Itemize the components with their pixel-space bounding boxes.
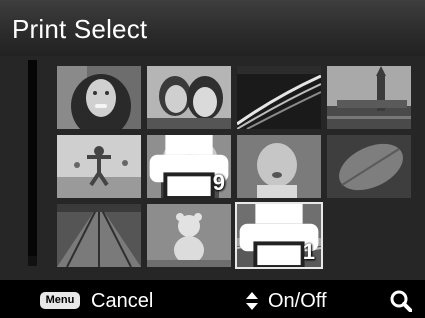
- print-count: 9: [212, 170, 225, 195]
- on-off-label: On/Off: [268, 290, 327, 312]
- thumbnail-couple[interactable]: [147, 66, 231, 129]
- print-count: 1: [302, 239, 315, 264]
- page-title: Print Select: [12, 14, 148, 44]
- thumbnail-empty-slot: [327, 204, 411, 267]
- thumbnail-leaf[interactable]: [327, 135, 411, 198]
- thumbnail-crying-baby[interactable]: [237, 135, 321, 198]
- thumbnail-jumping-people[interactable]: [57, 135, 141, 198]
- magnifier-icon[interactable]: [390, 290, 412, 312]
- thumbnail-night-highway[interactable]: [237, 66, 321, 129]
- thumbnail-smiling-woman[interactable]: [57, 66, 141, 129]
- scrollbar-thumb[interactable]: [28, 60, 37, 256]
- thumbnail-sea-landscape[interactable]: 1: [235, 202, 323, 269]
- thumbnail-grid: 9 1: [57, 66, 411, 269]
- thumbnail-tent[interactable]: [57, 204, 141, 267]
- title-bar: Print Select: [0, 0, 425, 56]
- thumbnail-big-ben[interactable]: [327, 66, 411, 129]
- bottom-bar: Menu Cancel On/Off: [0, 284, 425, 318]
- thumbnail-teddy-bear[interactable]: [147, 204, 231, 267]
- scrollbar[interactable]: [28, 60, 37, 266]
- menu-button[interactable]: Menu: [40, 292, 80, 309]
- cancel-label: Cancel: [91, 290, 154, 312]
- thumbnail-two-children[interactable]: 9: [147, 135, 231, 198]
- up-down-arrows-icon: [246, 292, 258, 310]
